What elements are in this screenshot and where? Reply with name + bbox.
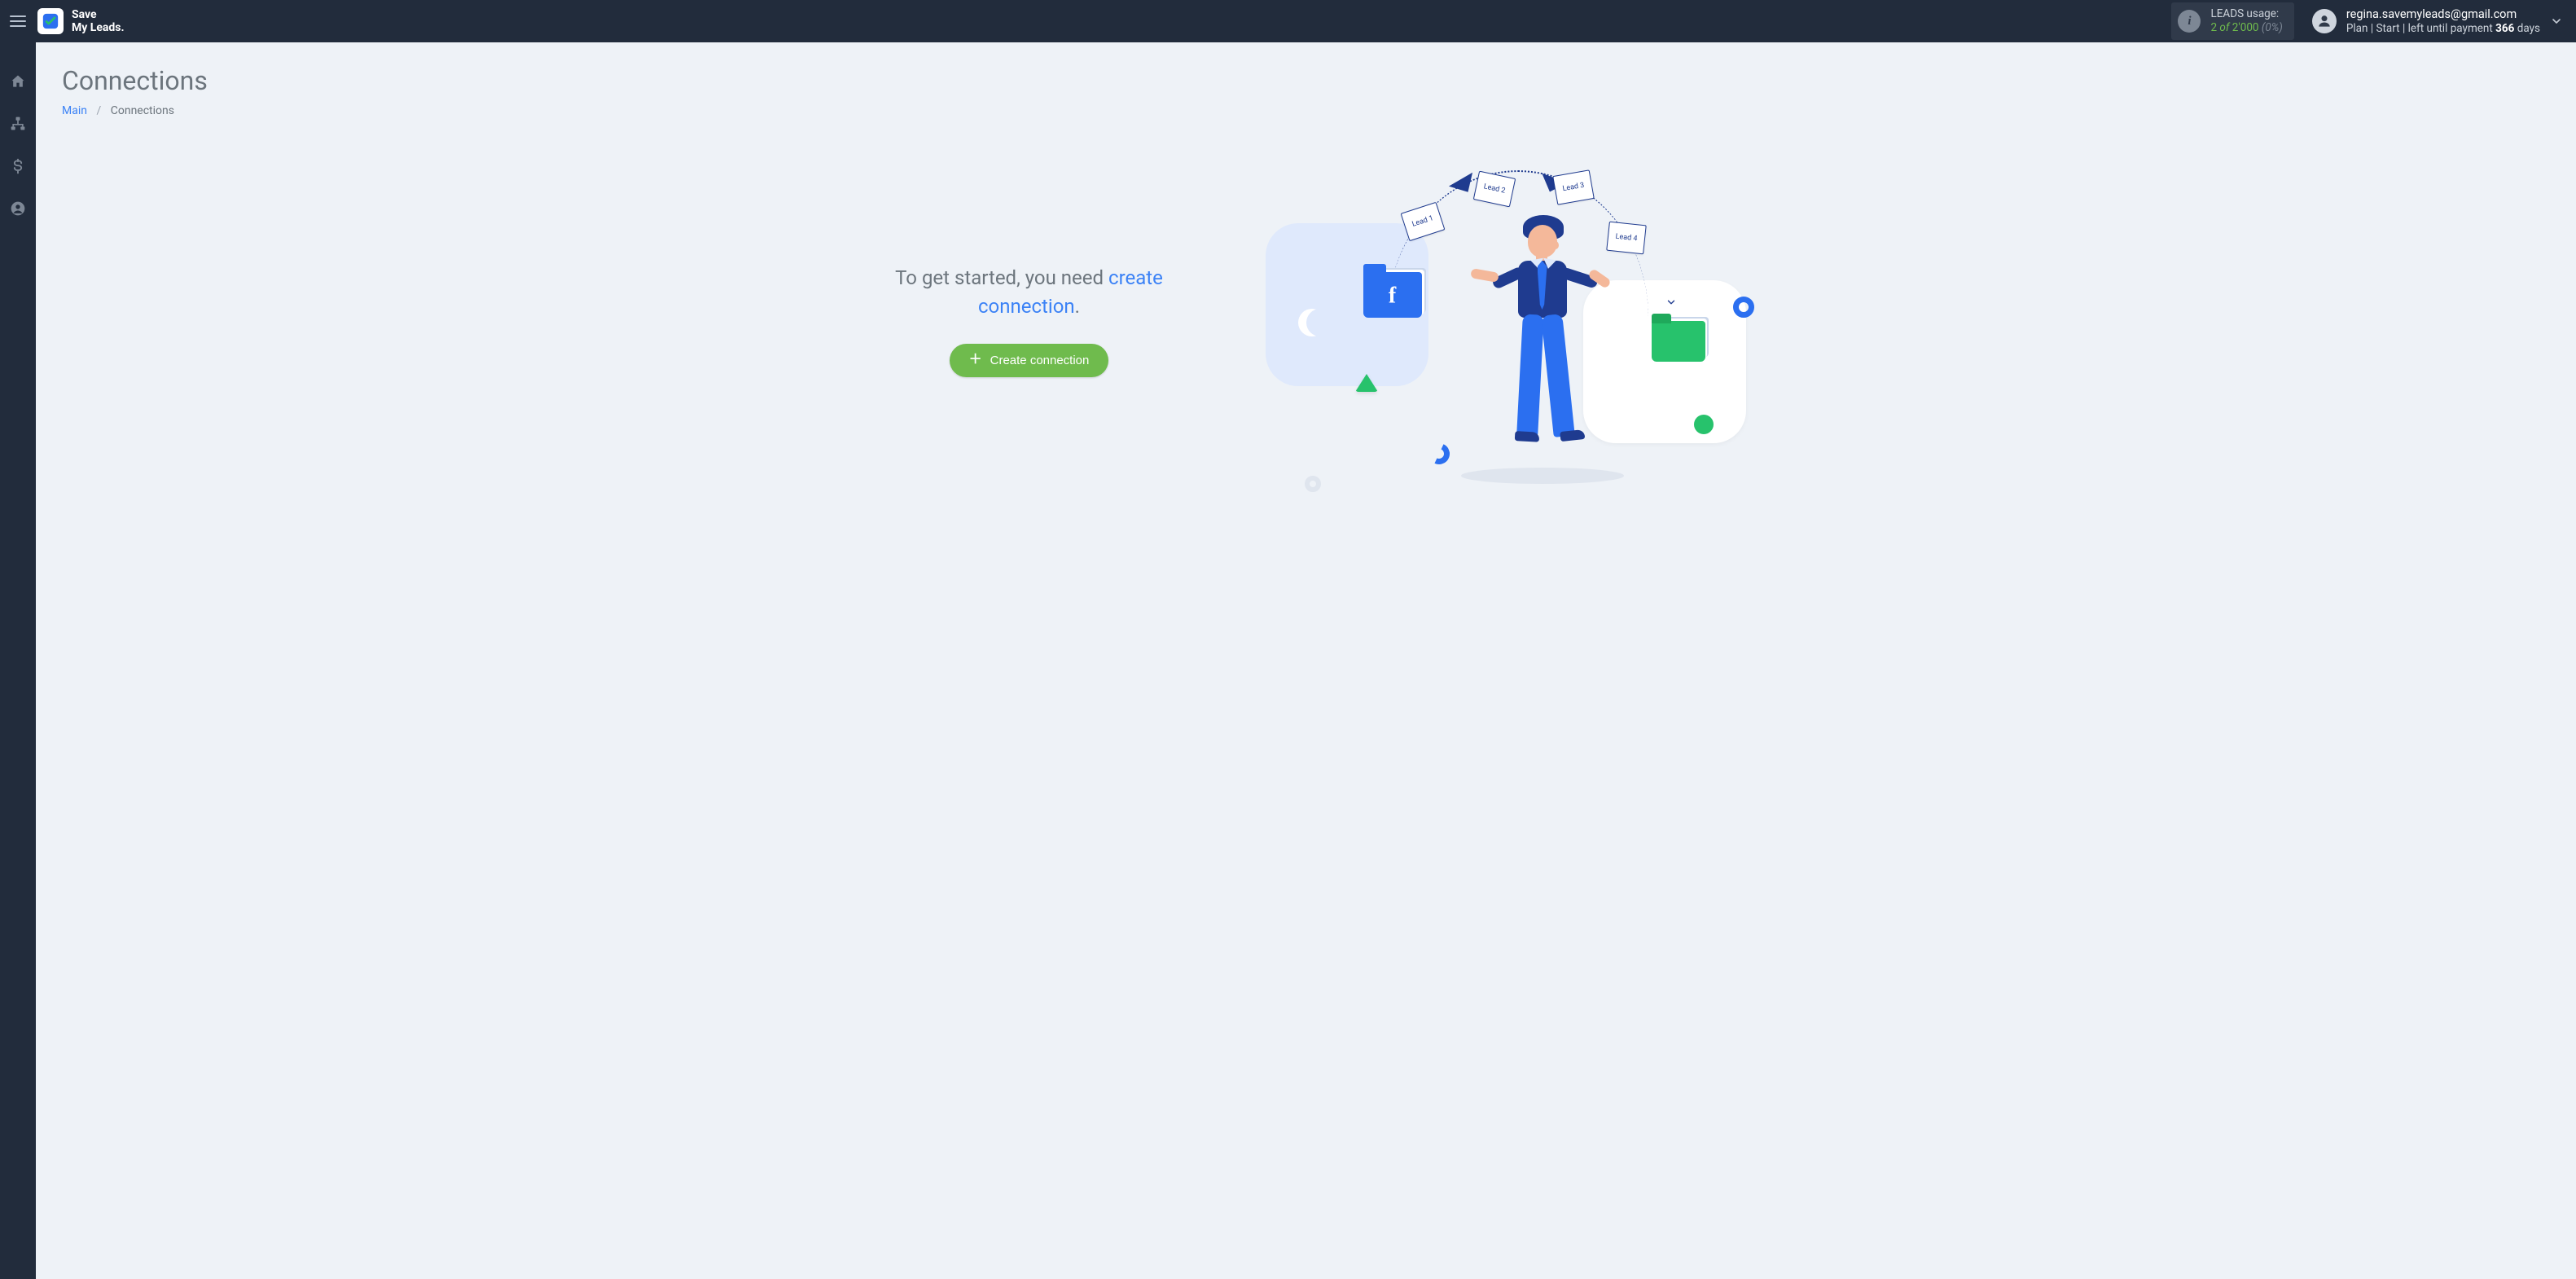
empty-message: To get started, you need create connecti… — [858, 264, 1200, 321]
breadcrumb-current: Connections — [111, 104, 174, 117]
folder-target-icon — [1652, 321, 1705, 362]
leads-of: of — [2219, 21, 2229, 34]
brand-logo[interactable]: Save My Leads. — [37, 8, 125, 34]
leads-usage-widget[interactable]: i LEADS usage: 2 of 2'000 (0%) — [2171, 2, 2293, 40]
empty-state-illustration: f Lead 1 Lead 2 Lead 3 Lead 4 — [1266, 166, 1754, 508]
facebook-letter-icon: f — [1389, 283, 1396, 310]
create-connection-button[interactable]: ＋ Create connection — [950, 344, 1109, 377]
decor-ring-icon — [1733, 297, 1754, 318]
lead-label: Lead 1 — [1411, 214, 1434, 229]
brand-name: Save My Leads. — [72, 8, 125, 34]
chevron-down-icon[interactable] — [2550, 15, 2563, 28]
account-text: regina.savemyleads@gmail.com Plan | Star… — [2346, 7, 2540, 36]
decor-moon-icon — [1298, 309, 1326, 336]
leads-total: 2'000 — [2232, 21, 2259, 34]
plan-name: Start — [2376, 22, 2399, 35]
empty-msg-after: . — [1075, 295, 1080, 318]
app-header: Save My Leads. i LEADS usage: 2 of 2'000… — [0, 0, 2576, 42]
folder-source-icon: f — [1363, 272, 1422, 318]
nav-home[interactable] — [0, 68, 36, 94]
leads-usage-text: LEADS usage: 2 of 2'000 (0%) — [2210, 7, 2282, 35]
empty-state: To get started, you need create connecti… — [62, 150, 2550, 508]
dollar-icon — [10, 158, 26, 174]
breadcrumb-main-link[interactable]: Main — [62, 104, 87, 117]
account-menu[interactable]: regina.savemyleads@gmail.com Plan | Star… — [2312, 7, 2565, 36]
nav-connections[interactable] — [0, 111, 36, 137]
brand-line1: Save — [72, 8, 97, 21]
lead-label: Lead 2 — [1482, 182, 1505, 195]
decor-dot-green-icon — [1694, 415, 1714, 434]
plan-mid: | left until payment — [2403, 22, 2493, 35]
plan-prefix: Plan | — [2346, 22, 2373, 35]
plan-days-word: days — [2517, 22, 2540, 35]
page-title: Connections — [62, 65, 2550, 96]
nav-account[interactable] — [0, 196, 36, 222]
side-nav — [0, 42, 36, 1279]
leads-pct: (0%) — [2262, 21, 2283, 34]
user-avatar-icon — [2312, 9, 2337, 33]
info-icon: i — [2178, 10, 2201, 33]
create-connection-label: Create connection — [990, 354, 1090, 367]
breadcrumb-separator: / — [96, 104, 101, 117]
sitemap-icon — [10, 116, 26, 132]
logo-mark-icon — [37, 8, 64, 34]
brand-line2: My Leads. — [72, 21, 125, 34]
page-content: Connections Main / Connections To get st… — [36, 42, 2576, 1279]
person-illustration-icon — [1485, 215, 1600, 476]
leads-usage-label: LEADS usage: — [2210, 7, 2282, 21]
plus-icon: ＋ — [969, 354, 982, 367]
account-plan: Plan | Start | left until payment 366 da… — [2346, 22, 2540, 36]
arrow-down-icon — [1665, 297, 1677, 308]
decor-ring-faint-icon — [1305, 476, 1321, 492]
breadcrumb: Main / Connections — [62, 104, 2550, 117]
empty-msg-before: To get started, you need — [895, 266, 1108, 289]
leads-used: 2 — [2210, 21, 2217, 34]
menu-toggle-button[interactable] — [7, 10, 29, 33]
lead-label: Lead 3 — [1561, 182, 1584, 194]
nav-billing[interactable] — [0, 153, 36, 179]
decor-triangle-icon — [1355, 374, 1378, 392]
lead-label: Lead 4 — [1615, 233, 1638, 244]
lead-paper-icon: Lead 4 — [1606, 222, 1647, 255]
plan-days-count: 366 — [2495, 22, 2514, 35]
empty-state-text: To get started, you need create connecti… — [858, 166, 1200, 377]
decor-arc-icon — [1425, 440, 1452, 467]
home-icon — [10, 73, 26, 90]
account-email: regina.savemyleads@gmail.com — [2346, 7, 2540, 22]
user-circle-icon — [10, 200, 26, 217]
